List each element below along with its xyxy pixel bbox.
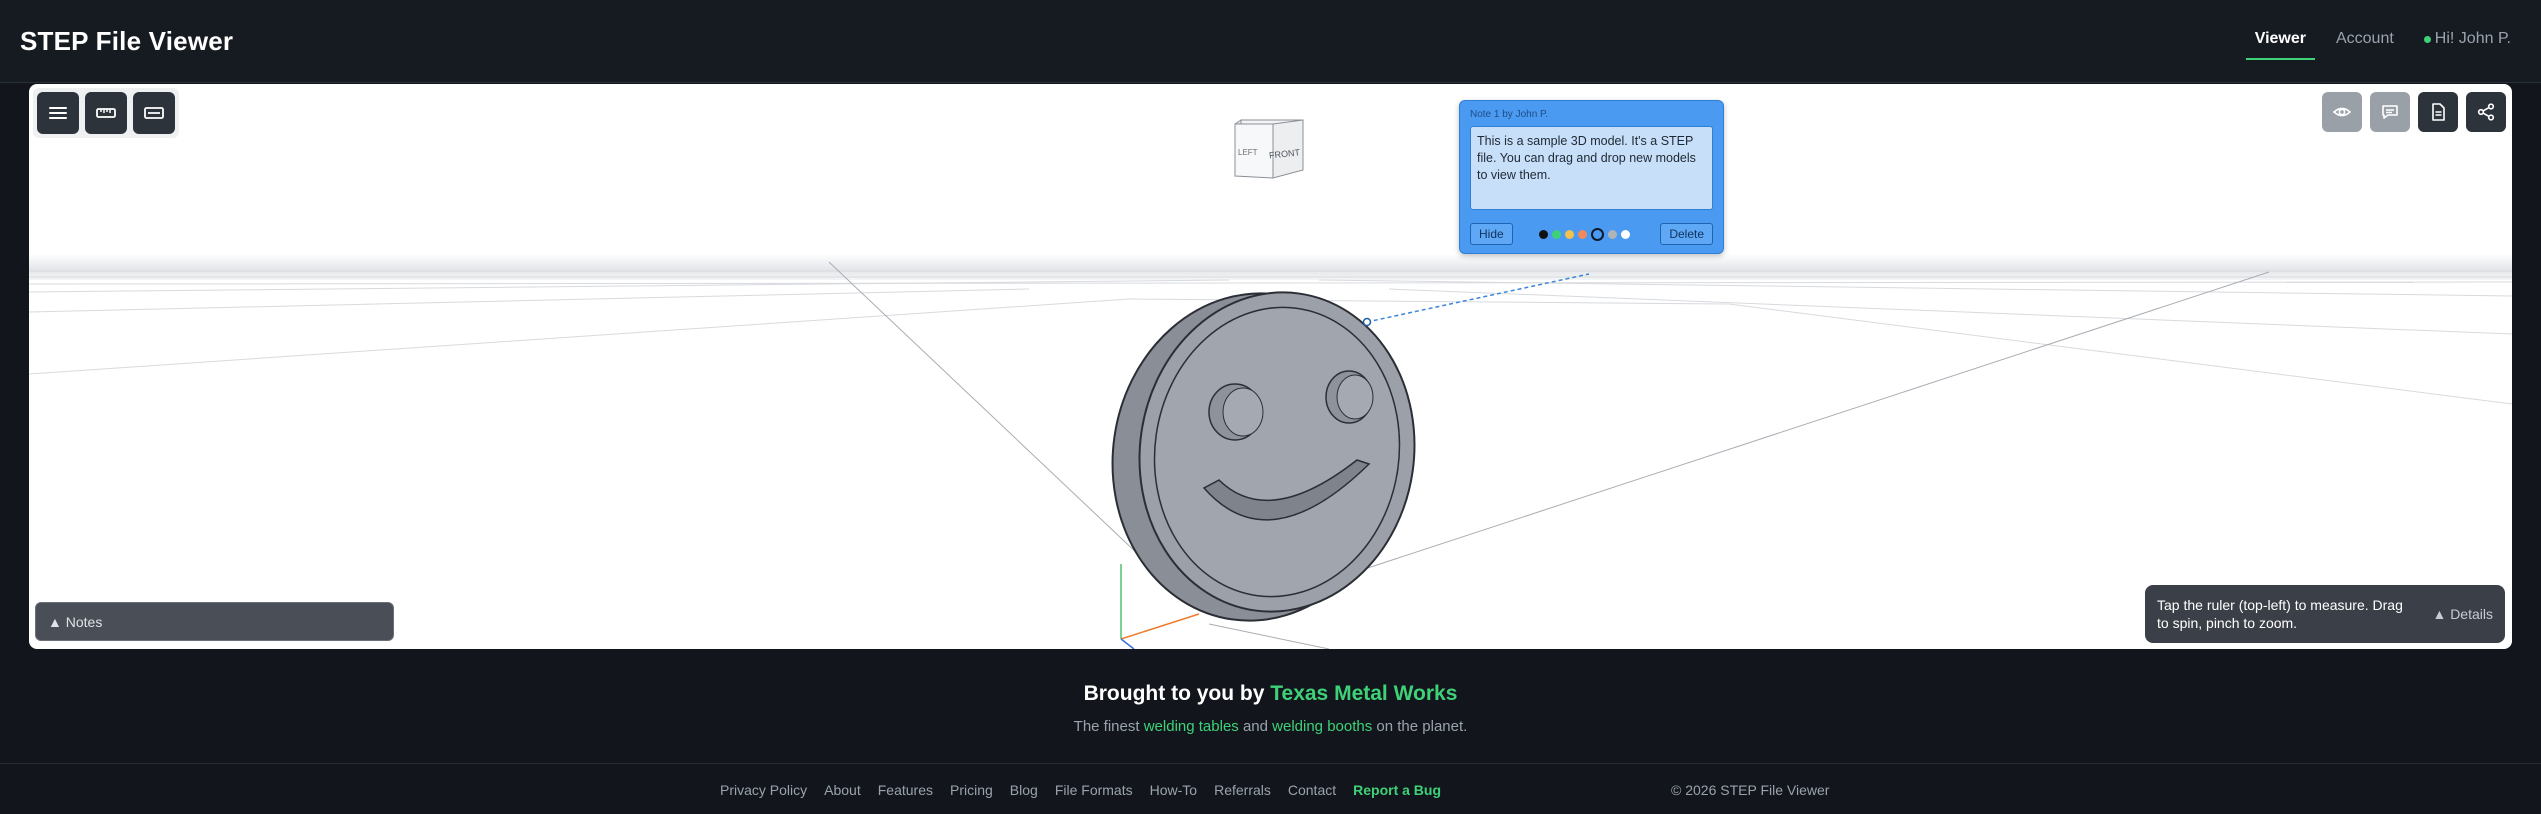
note-footer: Hide Delete	[1470, 223, 1713, 245]
visibility-button[interactable]	[2322, 92, 2362, 132]
app-header: STEP File Viewer Viewer Account Hi! John…	[0, 0, 2541, 83]
footer-link-privacy[interactable]: Privacy Policy	[720, 782, 807, 798]
note-color-swatch[interactable]	[1564, 229, 1574, 239]
greeting-text: Hi! John P.	[2434, 30, 2511, 47]
note-color-swatch[interactable]	[1620, 229, 1630, 239]
viewer-right-toolbar	[2322, 92, 2506, 132]
eye-icon	[2332, 107, 2352, 117]
nav-account[interactable]: Account	[2336, 30, 2394, 58]
view-cube-left-label: LEFT	[1238, 148, 1258, 157]
document-icon	[2432, 103, 2445, 121]
user-greeting: Hi! John P.	[2423, 30, 2511, 58]
report-bug-link[interactable]: Report a Bug	[1353, 782, 1441, 798]
comment-icon	[2382, 105, 2398, 119]
hint-details-toggle[interactable]: ▲ Details	[2432, 606, 2493, 622]
measure-button[interactable]	[85, 92, 127, 134]
footer-link-file-formats[interactable]: File Formats	[1055, 782, 1133, 798]
note-color-swatch[interactable]	[1538, 229, 1548, 239]
footer-link-blog[interactable]: Blog	[1010, 782, 1038, 798]
viewer-toolbar	[33, 88, 179, 138]
share-icon	[2477, 103, 2495, 121]
3d-scene[interactable]: LEFT FRONT	[29, 84, 2512, 649]
comments-button[interactable]	[2370, 92, 2410, 132]
promo-sponsor-link[interactable]: Texas Metal Works	[1270, 682, 1457, 705]
section-button[interactable]	[133, 92, 175, 134]
app-title: STEP File Viewer	[20, 26, 234, 56]
footer-link-contact[interactable]: Contact	[1288, 782, 1336, 798]
main-nav: Viewer Account Hi! John P.	[2245, 30, 2511, 60]
welding-tables-link[interactable]: welding tables	[1144, 718, 1239, 735]
footer-link-how-to[interactable]: How-To	[1150, 782, 1197, 798]
nav-viewer[interactable]: Viewer	[2245, 30, 2316, 60]
note-color-swatch[interactable]	[1577, 229, 1587, 239]
promo-headline: Brought to you by Texas Metal Works	[0, 682, 2541, 706]
footer-link-pricing[interactable]: Pricing	[950, 782, 993, 798]
note-color-swatch[interactable]	[1551, 229, 1561, 239]
footer-link-referrals[interactable]: Referrals	[1214, 782, 1271, 798]
promo-prefix: Brought to you by	[1083, 682, 1271, 705]
promo-sub-prefix: The finest	[1073, 718, 1144, 735]
x-axis-line	[1120, 613, 1200, 640]
footer-link-about[interactable]: About	[824, 782, 861, 798]
note-delete-button[interactable]: Delete	[1660, 223, 1713, 245]
promo-subline: The finest welding tables and welding bo…	[0, 718, 2541, 735]
note-card[interactable]: Note 1 by John P. This is a sample 3D mo…	[1459, 100, 1724, 254]
note-anchor-pin[interactable]	[1362, 317, 1372, 327]
ruler-icon	[96, 108, 116, 118]
view-cube[interactable]: LEFT FRONT	[1234, 119, 1304, 179]
note-textarea[interactable]: This is a sample 3D model. It's a STEP f…	[1470, 126, 1713, 210]
online-status-dot	[2423, 35, 2431, 43]
document-button[interactable]	[2418, 92, 2458, 132]
footer-link-features[interactable]: Features	[878, 782, 933, 798]
axis-lines	[828, 261, 2270, 649]
notes-toggle[interactable]: ▲ Notes	[35, 602, 394, 641]
hint-text: Tap the ruler (top-left) to measure. Dra…	[2157, 597, 2403, 631]
footer-divider	[0, 763, 2541, 764]
promo-sub-suffix: on the planet.	[1372, 718, 1468, 735]
footer-links: Privacy Policy About Features Pricing Bl…	[720, 782, 1441, 798]
welding-booths-link[interactable]: welding booths	[1272, 718, 1372, 735]
note-hide-button[interactable]: Hide	[1470, 223, 1513, 245]
note-header: Note 1 by John P.	[1470, 109, 1549, 120]
menu-icon	[49, 107, 67, 119]
note-color-swatch[interactable]	[1607, 229, 1617, 239]
menu-button[interactable]	[37, 92, 79, 134]
share-button[interactable]	[2466, 92, 2506, 132]
model-viewport[interactable]: LEFT FRONT Note 1 by John P. This is a s…	[29, 84, 2512, 649]
note-color-swatches	[1538, 227, 1630, 241]
promo-sub-mid: and	[1238, 718, 1273, 735]
z-axis-line	[1120, 638, 1135, 649]
hint-panel: Tap the ruler (top-left) to measure. Dra…	[2145, 585, 2505, 643]
note-color-swatch[interactable]	[1590, 227, 1604, 241]
smiley-coin-model[interactable]	[1092, 274, 1435, 639]
horizon-band	[29, 254, 2512, 280]
copyright: © 2026 STEP File Viewer	[1671, 782, 1830, 798]
section-icon	[144, 107, 164, 119]
